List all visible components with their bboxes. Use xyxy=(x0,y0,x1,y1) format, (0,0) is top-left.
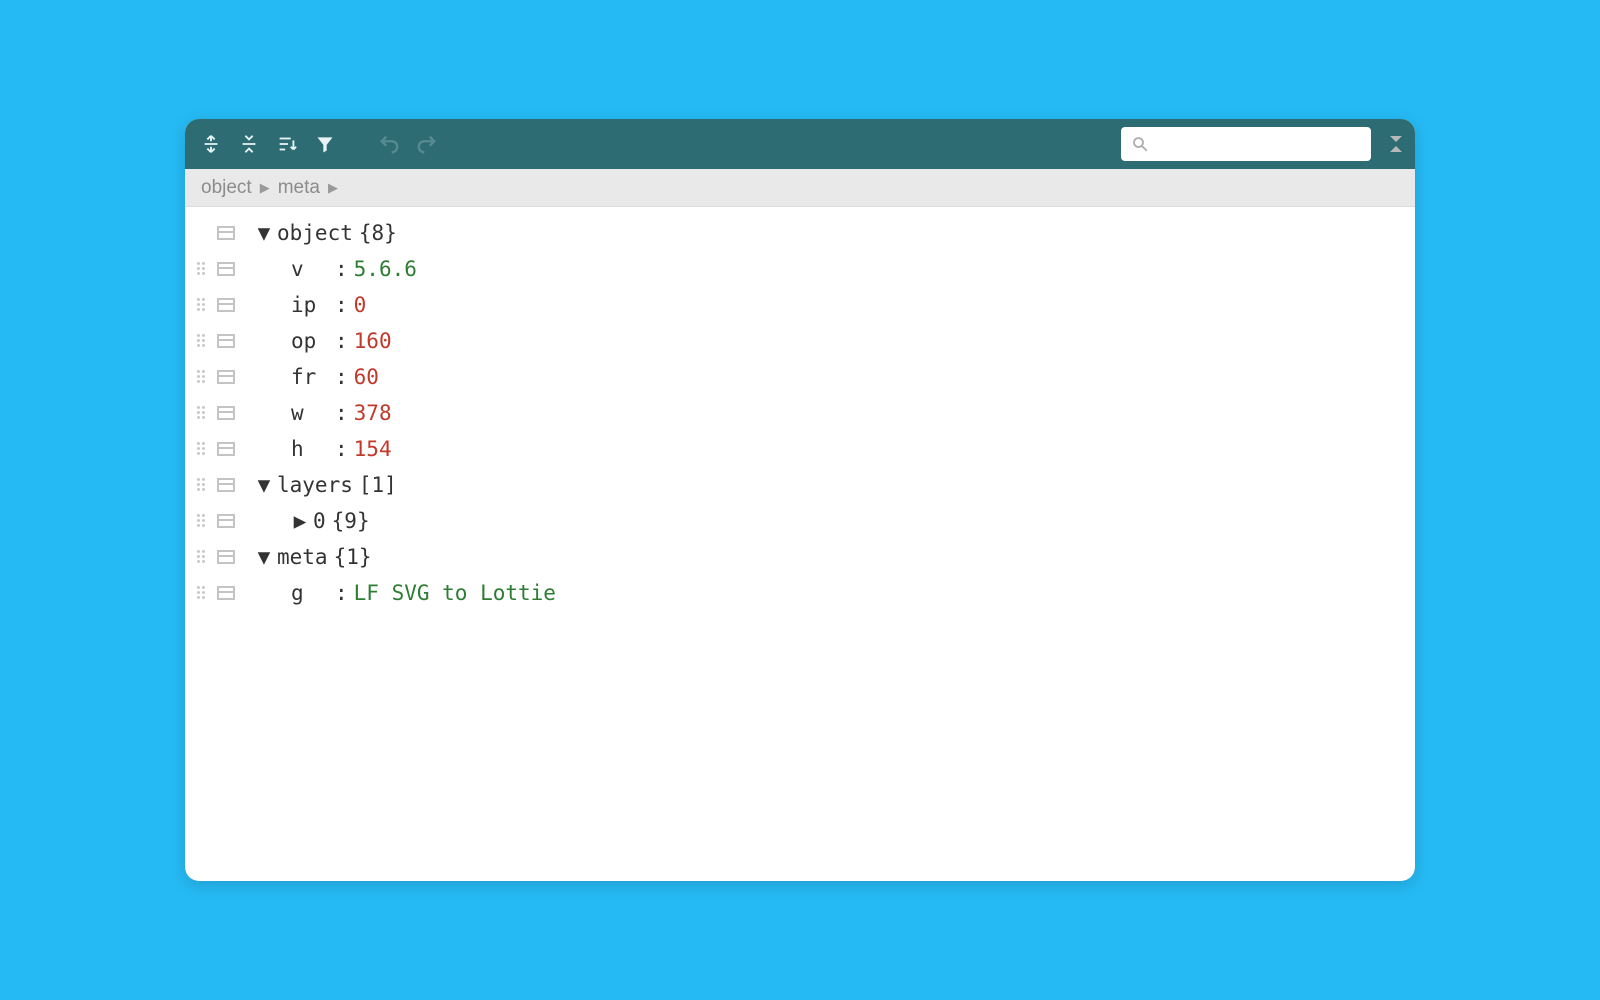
node-meta: {9} xyxy=(332,509,370,533)
breadcrumb-sep-icon: ▶ xyxy=(260,180,270,196)
breadcrumb: object ▶ meta ▶ xyxy=(185,169,1415,207)
drag-handle-icon[interactable] xyxy=(197,298,211,312)
node-value[interactable]: 60 xyxy=(354,365,379,389)
node-type-icon xyxy=(217,478,235,492)
node-type-icon xyxy=(217,226,235,240)
node-key: fr xyxy=(291,365,335,389)
tree-row[interactable]: g:LF SVG to Lottie xyxy=(185,575,1415,611)
search-input[interactable] xyxy=(1149,135,1365,153)
node-type-icon xyxy=(217,442,235,456)
tree-row[interactable]: fr:60 xyxy=(185,359,1415,395)
tree-row[interactable]: h:154 xyxy=(185,431,1415,467)
node-key: op xyxy=(291,329,335,353)
node-type-icon xyxy=(217,406,235,420)
breadcrumb-sep-icon: ▶ xyxy=(328,180,338,196)
node-key: h xyxy=(291,437,335,461)
search-box xyxy=(1121,127,1371,161)
tree-row[interactable]: v:5.6.6 xyxy=(185,251,1415,287)
node-type-icon xyxy=(217,262,235,276)
node-key: g xyxy=(291,581,335,605)
undo-icon[interactable] xyxy=(375,130,403,158)
node-type-icon xyxy=(217,586,235,600)
tree-row[interactable]: op:160 xyxy=(185,323,1415,359)
collapse-all-icon[interactable] xyxy=(235,130,263,158)
node-value[interactable]: 160 xyxy=(354,329,392,353)
drag-handle-icon[interactable] xyxy=(197,478,211,492)
json-tree: ▼ object {8} v:5.6.6 ip:0 op:160 fr:60 xyxy=(185,207,1415,881)
node-key: 0 xyxy=(313,509,326,533)
tree-row-root[interactable]: ▼ object {8} xyxy=(185,215,1415,251)
node-type-icon xyxy=(217,334,235,348)
json-editor-panel: object ▶ meta ▶ ▼ object {8} v:5.6.6 ip:… xyxy=(185,119,1415,881)
drag-handle-icon[interactable] xyxy=(197,550,211,564)
drag-handle-icon[interactable] xyxy=(197,514,211,528)
node-meta: {8} xyxy=(359,221,397,245)
drag-handle-icon[interactable] xyxy=(197,262,211,276)
tree-row-layers[interactable]: ▼ layers [1] xyxy=(185,467,1415,503)
drag-handle-icon[interactable] xyxy=(197,442,211,456)
node-key: w xyxy=(291,401,335,425)
node-key: meta xyxy=(277,545,328,569)
redo-icon[interactable] xyxy=(413,130,441,158)
node-type-icon xyxy=(217,298,235,312)
node-type-icon xyxy=(217,514,235,528)
drag-handle-icon[interactable] xyxy=(197,406,211,420)
caret-right-icon[interactable]: ▶ xyxy=(291,512,309,530)
breadcrumb-item[interactable]: object xyxy=(201,177,252,199)
caret-down-icon[interactable]: ▼ xyxy=(255,224,273,242)
drag-handle-icon[interactable] xyxy=(197,334,211,348)
node-key: ip xyxy=(291,293,335,317)
breadcrumb-item[interactable]: meta xyxy=(278,177,320,199)
caret-down-icon[interactable]: ▼ xyxy=(255,476,273,494)
expand-all-icon[interactable] xyxy=(197,130,225,158)
node-value[interactable]: 378 xyxy=(354,401,392,425)
tree-row[interactable]: w:378 xyxy=(185,395,1415,431)
node-type-icon xyxy=(217,370,235,384)
node-key: v xyxy=(291,257,335,281)
node-meta: {1} xyxy=(334,545,372,569)
sort-icon[interactable] xyxy=(273,130,301,158)
drag-handle-icon[interactable] xyxy=(197,370,211,384)
toolbar xyxy=(185,119,1415,169)
node-type-icon xyxy=(217,550,235,564)
chevron-up-icon[interactable] xyxy=(1389,144,1403,154)
node-meta: [1] xyxy=(359,473,397,497)
tree-row[interactable]: ▶ 0 {9} xyxy=(185,503,1415,539)
drag-handle-icon[interactable] xyxy=(197,586,211,600)
caret-down-icon[interactable]: ▼ xyxy=(255,548,273,566)
search-result-nav[interactable] xyxy=(1389,134,1403,154)
search-icon xyxy=(1131,135,1149,153)
chevron-down-icon[interactable] xyxy=(1389,134,1403,144)
node-key: object xyxy=(277,221,353,245)
node-value[interactable]: 154 xyxy=(354,437,392,461)
tree-row-meta[interactable]: ▼ meta {1} xyxy=(185,539,1415,575)
node-key: layers xyxy=(277,473,353,497)
filter-icon[interactable] xyxy=(311,130,339,158)
tree-row[interactable]: ip:0 xyxy=(185,287,1415,323)
node-value[interactable]: 5.6.6 xyxy=(354,257,417,281)
node-value[interactable]: LF SVG to Lottie xyxy=(354,581,556,605)
node-value[interactable]: 0 xyxy=(354,293,367,317)
